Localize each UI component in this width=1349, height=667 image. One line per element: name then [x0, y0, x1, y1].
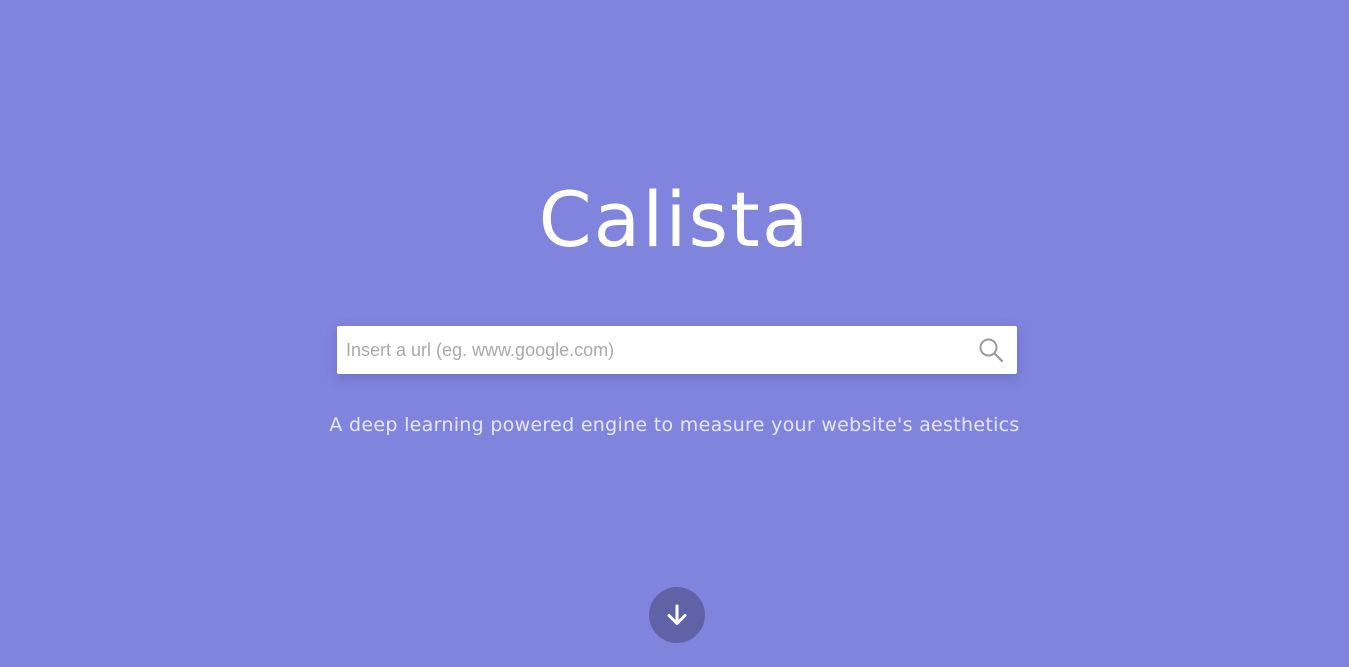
search-icon [979, 338, 1004, 363]
search-bar [337, 326, 1017, 374]
tagline: A deep learning powered engine to measur… [329, 414, 1020, 436]
search-button[interactable] [977, 336, 1005, 364]
scroll-down-button[interactable] [649, 587, 705, 643]
url-input[interactable] [337, 326, 957, 374]
arrow-down-icon [667, 604, 687, 625]
logo-title: Calista [538, 175, 811, 264]
